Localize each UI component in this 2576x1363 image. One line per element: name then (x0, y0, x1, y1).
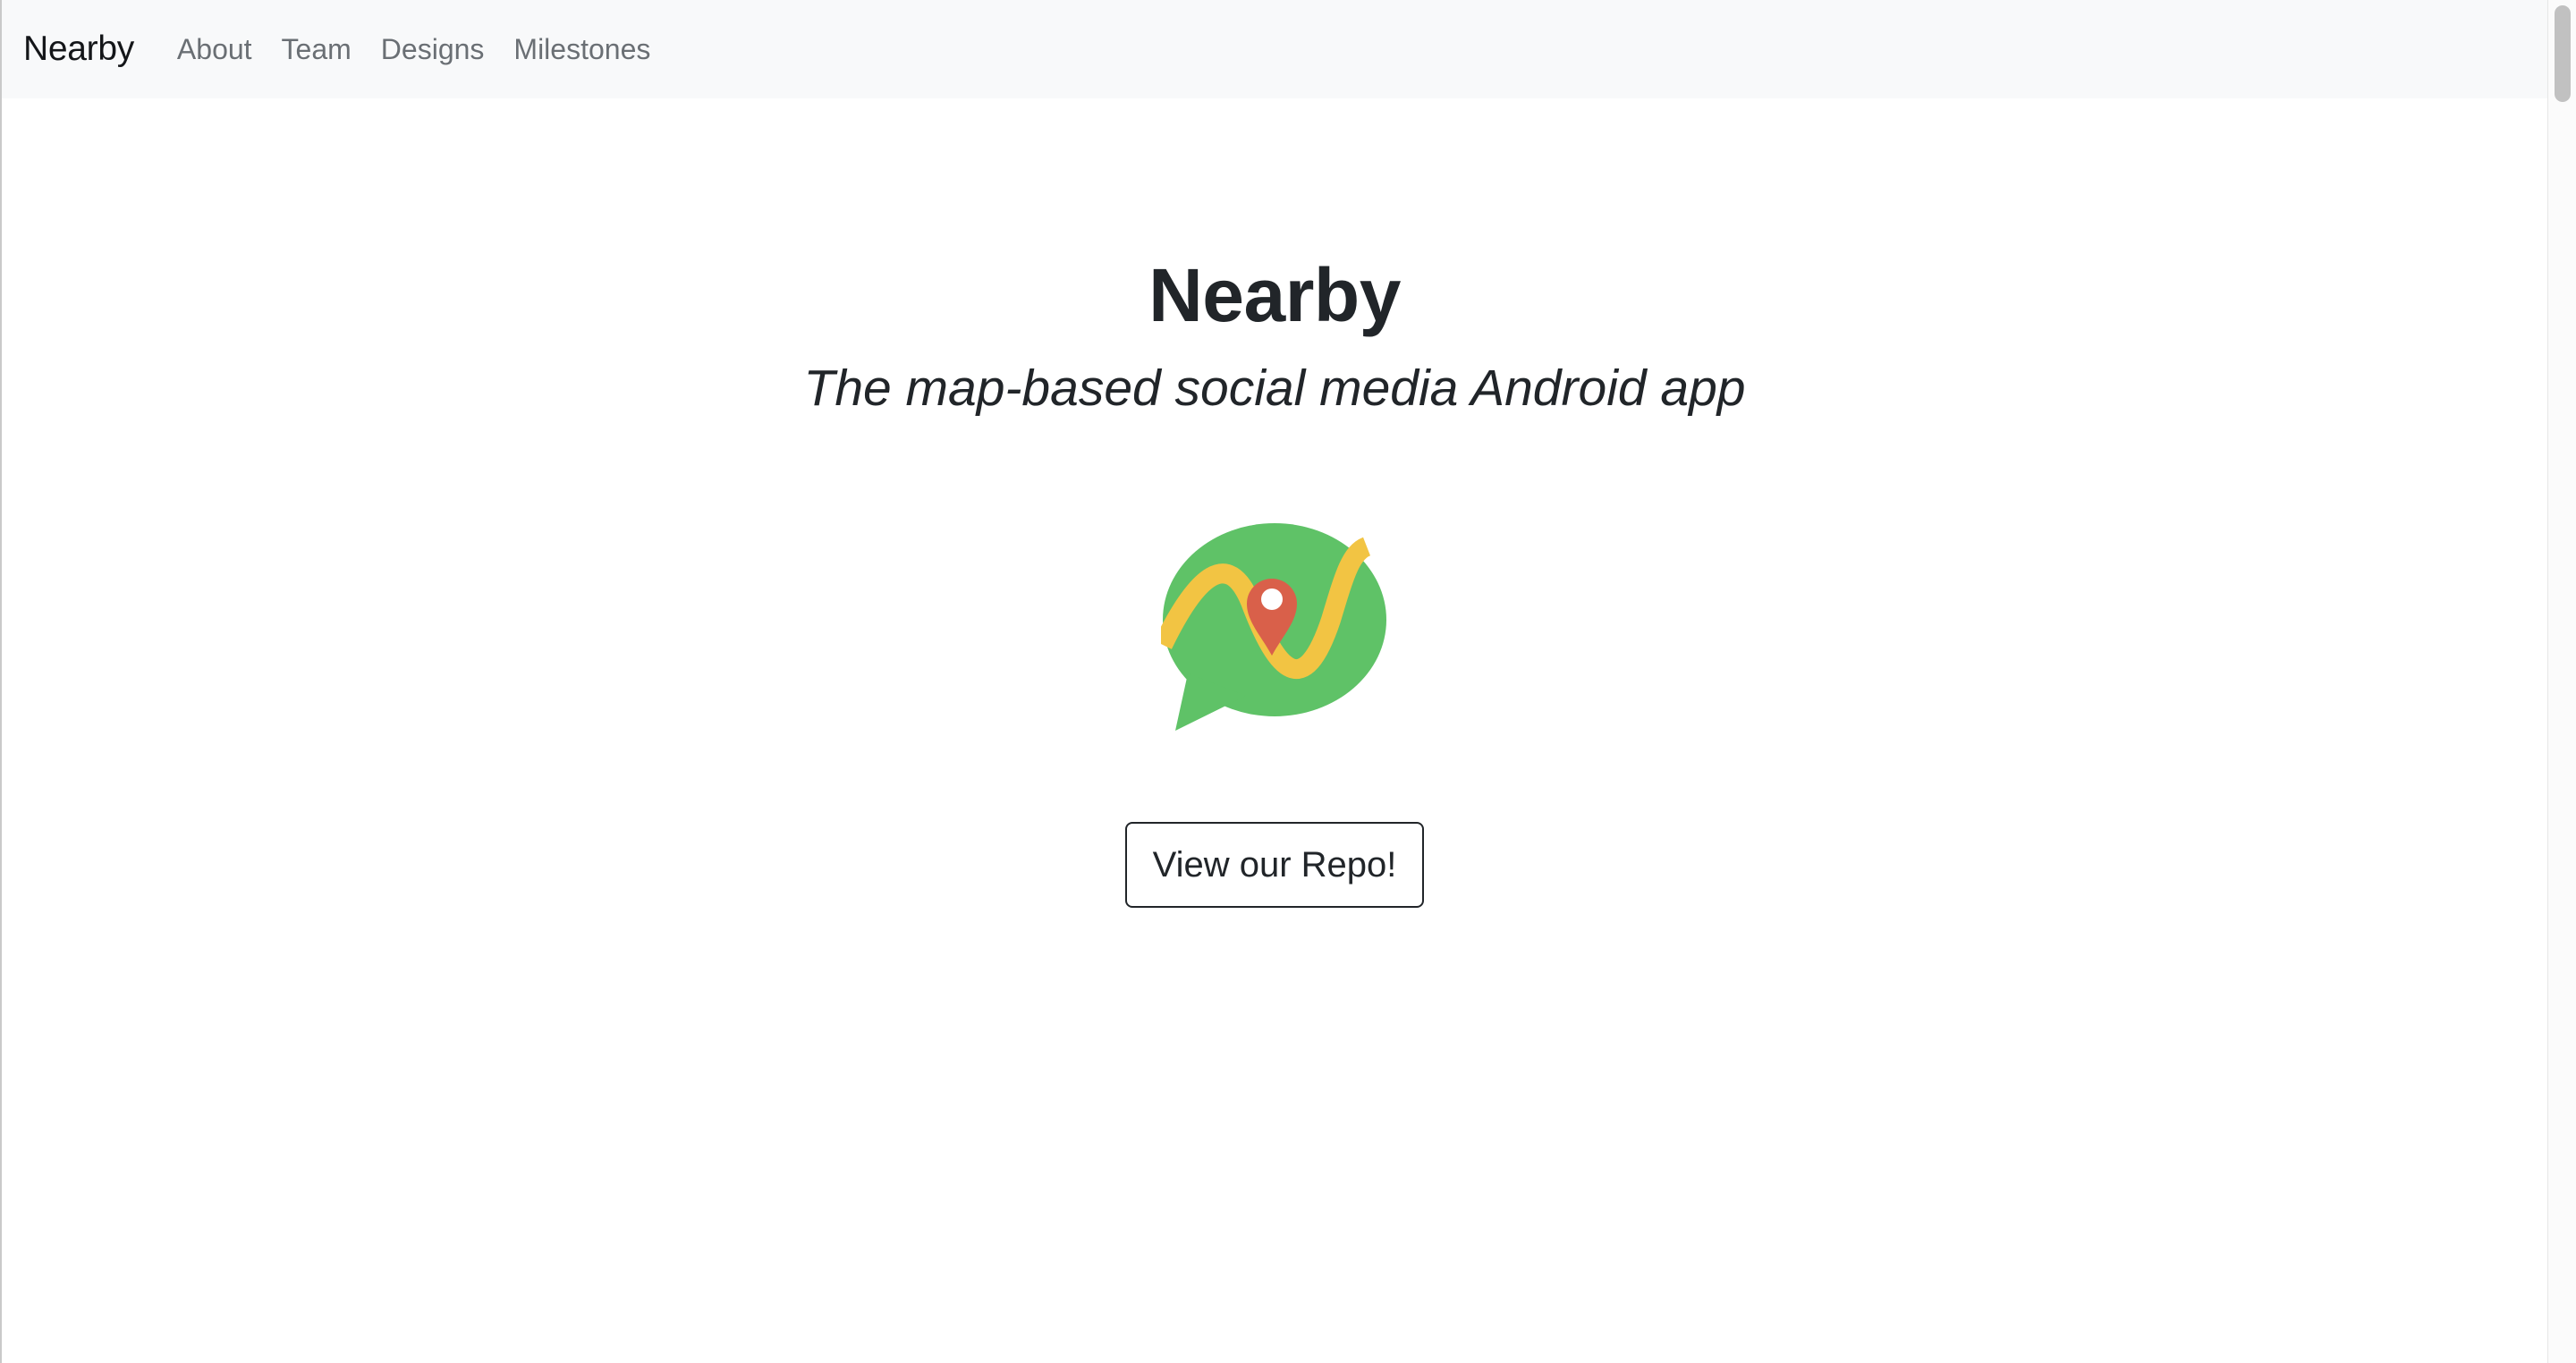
hero-subtitle: The map-based social media Android app (803, 360, 1746, 417)
navbar: Nearby About Team Designs Milestones (2, 0, 2547, 98)
vertical-scrollbar[interactable] (2547, 0, 2576, 1363)
hero-title: Nearby (1148, 253, 1401, 337)
hero-section: Nearby The map-based social media Androi… (2, 98, 2547, 908)
nav-link-designs[interactable]: Designs (381, 33, 485, 66)
view-repo-button[interactable]: View our Repo! (1125, 822, 1424, 908)
nav-link-milestones[interactable]: Milestones (513, 33, 650, 66)
nav-links: About Team Designs Milestones (177, 33, 680, 66)
nav-link-team[interactable]: Team (282, 33, 352, 66)
nav-link-about[interactable]: About (177, 33, 252, 66)
scrollbar-thumb[interactable] (2555, 5, 2571, 102)
map-chat-bubble-logo-icon (1161, 523, 1386, 731)
brand-link[interactable]: Nearby (23, 30, 134, 69)
